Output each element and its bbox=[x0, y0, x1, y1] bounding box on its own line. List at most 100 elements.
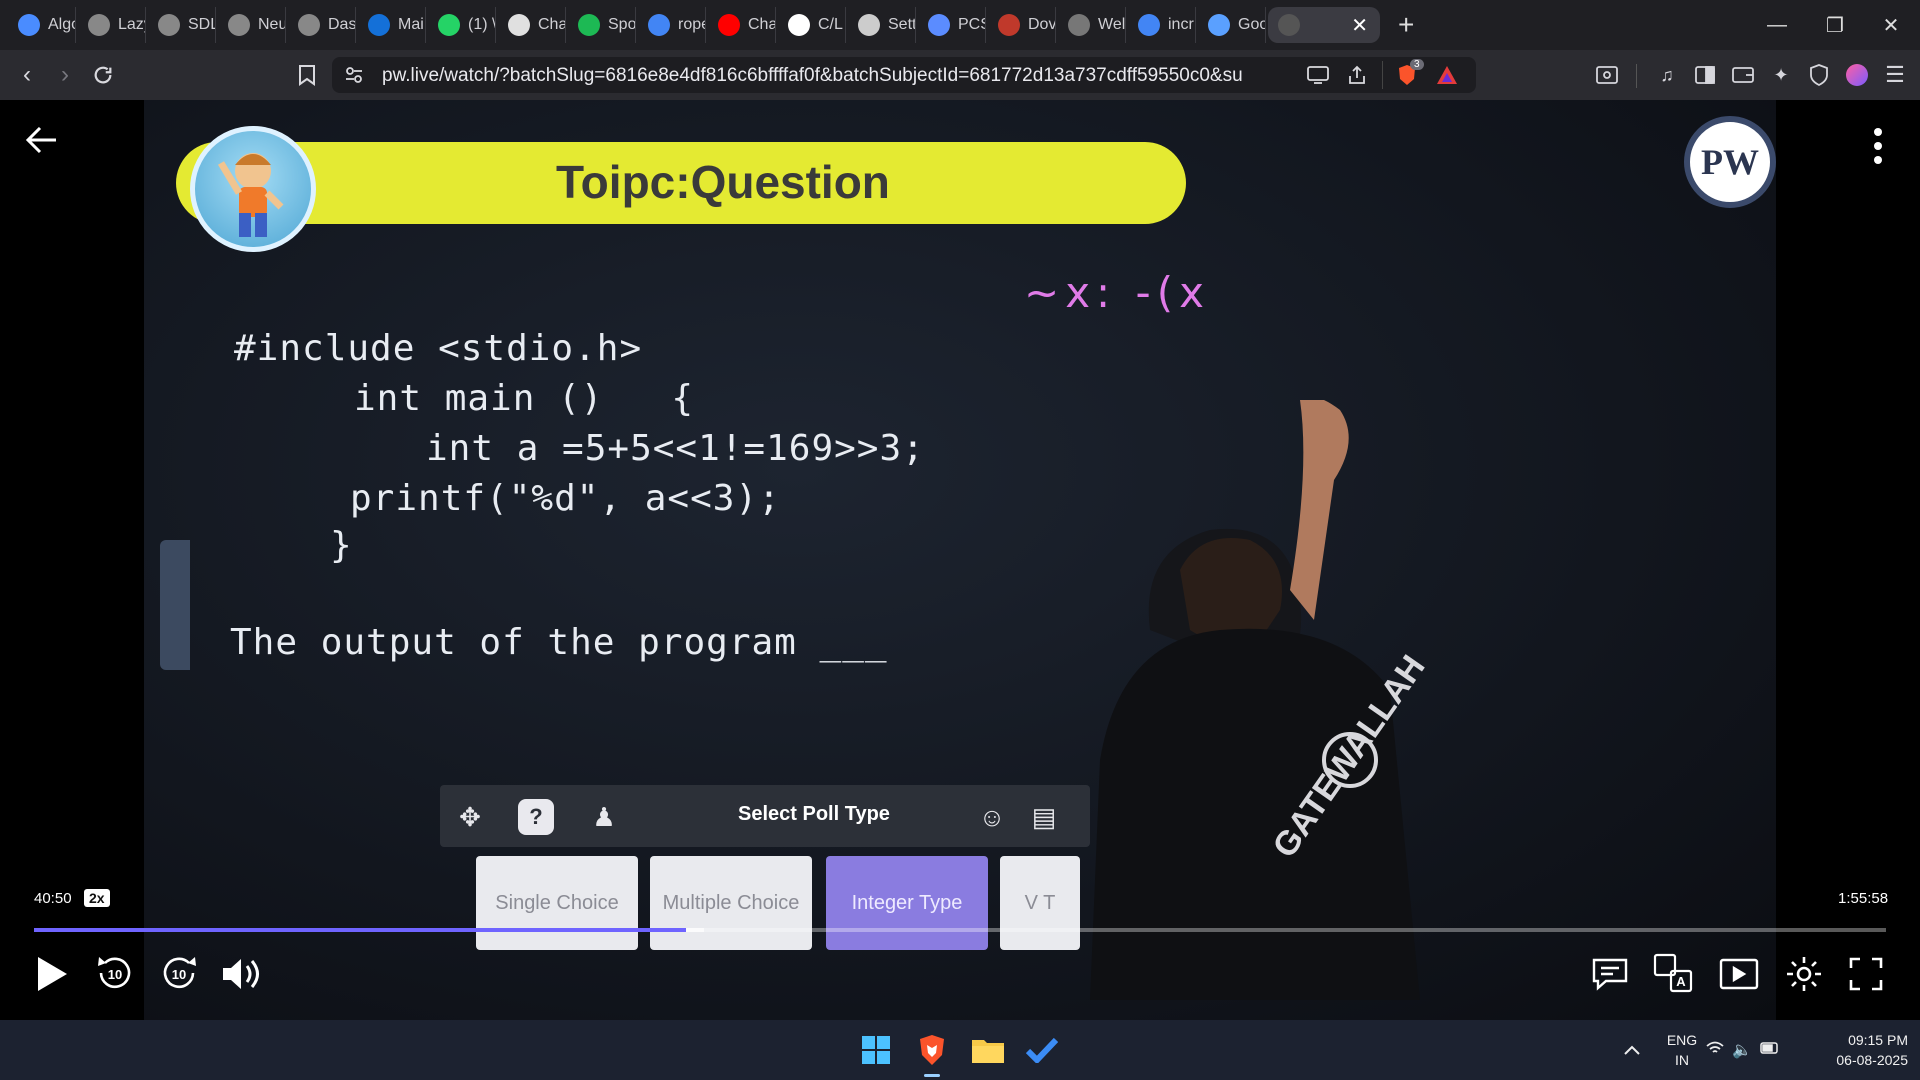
current-time: 40:50 bbox=[34, 890, 72, 907]
browser-tab[interactable]: Algo bbox=[8, 7, 76, 43]
new-tab-button[interactable]: + bbox=[1398, 9, 1428, 41]
browser-tab[interactable]: C/L bbox=[778, 7, 846, 43]
browser-tab-label: Mai bbox=[398, 16, 424, 33]
poll-chat-icon[interactable]: ▤ bbox=[1026, 799, 1062, 835]
close-window-button[interactable]: ✕ bbox=[1862, 0, 1920, 50]
outlook-icon bbox=[368, 14, 390, 36]
rewind-10-button[interactable]: 10 bbox=[94, 952, 136, 994]
language-line-2: IN bbox=[1675, 1052, 1689, 1068]
poll-feedback-icon[interactable]: ☺ bbox=[974, 799, 1010, 835]
browser-tab[interactable]: Mai bbox=[358, 7, 426, 43]
clock-time: 09:15 PM bbox=[1848, 1032, 1908, 1048]
back-button[interactable]: ‹ bbox=[12, 60, 42, 90]
vpn-icon[interactable] bbox=[1806, 62, 1832, 88]
cast-icon[interactable] bbox=[1307, 65, 1329, 90]
browser-tab-label: rope bbox=[678, 16, 705, 33]
url-text[interactable]: pw.live/watch/?batchSlug=6816e8e4df816c6… bbox=[382, 65, 1242, 87]
wallet-icon[interactable] bbox=[1730, 62, 1756, 88]
browser-tab[interactable]: Cha bbox=[708, 7, 776, 43]
address-bar[interactable]: pw.live/watch/?batchSlug=6816e8e4df816c6… bbox=[332, 57, 1476, 93]
shields-badge: 3 bbox=[1410, 59, 1424, 70]
browser-tab[interactable]: Neu bbox=[218, 7, 286, 43]
play-button[interactable] bbox=[30, 952, 74, 996]
google-icon bbox=[1138, 14, 1160, 36]
sidebar-icon[interactable] bbox=[1692, 62, 1718, 88]
mascot-image bbox=[190, 126, 316, 252]
svg-text:A: A bbox=[1676, 974, 1686, 989]
pw-favicon-icon bbox=[1278, 14, 1300, 36]
leaderboard-icon[interactable]: ♟ bbox=[586, 799, 622, 835]
fullscreen-icon[interactable] bbox=[1846, 954, 1886, 994]
browser-tab[interactable]: PCS bbox=[918, 7, 986, 43]
playback-speed-badge[interactable]: 2x bbox=[84, 889, 110, 907]
seek-bar[interactable] bbox=[34, 928, 1886, 932]
forward-10-button[interactable]: 10 bbox=[158, 952, 200, 994]
brave-browser-icon[interactable] bbox=[912, 1030, 952, 1070]
seek-bar-buffer bbox=[685, 928, 705, 932]
reload-button[interactable] bbox=[88, 60, 118, 90]
settings-gear-icon[interactable] bbox=[1782, 952, 1826, 996]
reader-mode-icon[interactable] bbox=[1594, 62, 1620, 88]
share-icon[interactable] bbox=[1346, 64, 1368, 91]
browser-tab[interactable]: Das bbox=[288, 7, 356, 43]
leo-ai-icon[interactable]: ✦ bbox=[1768, 62, 1794, 88]
gemini-icon bbox=[1208, 14, 1230, 36]
poll-option-partial[interactable]: V T bbox=[1000, 856, 1080, 950]
volume-icon[interactable] bbox=[220, 952, 264, 996]
browser-tab[interactable]: Wel bbox=[1058, 7, 1126, 43]
forward-button[interactable]: › bbox=[50, 60, 80, 90]
quick-settings-tray[interactable]: 🔈 bbox=[1706, 1030, 1778, 1070]
more-options-icon[interactable] bbox=[1868, 126, 1888, 166]
code-line-1: #include <stdio.h> bbox=[234, 328, 643, 369]
active-browser-tab[interactable]: ✕ bbox=[1268, 7, 1380, 43]
question-icon[interactable]: ? bbox=[518, 799, 554, 835]
windows-start-icon[interactable] bbox=[856, 1030, 896, 1070]
browser-tab[interactable]: Cha bbox=[498, 7, 566, 43]
browser-tab-label: Dov bbox=[1028, 16, 1056, 33]
browser-tab[interactable]: (1) \ bbox=[428, 7, 496, 43]
browser-tab[interactable]: Spo bbox=[568, 7, 636, 43]
brave-rewards-icon[interactable] bbox=[1436, 65, 1458, 90]
todo-app-icon[interactable] bbox=[1022, 1030, 1062, 1070]
browser-tab[interactable]: rope bbox=[638, 7, 706, 43]
browser-tab[interactable]: Sett bbox=[848, 7, 916, 43]
browser-tab[interactable]: Dov bbox=[988, 7, 1056, 43]
poll-option-multiple-choice[interactable]: Multiple Choice bbox=[650, 856, 812, 950]
move-icon[interactable]: ✥ bbox=[452, 799, 488, 835]
media-icon[interactable]: ♫ bbox=[1654, 62, 1680, 88]
poll-option-integer-type[interactable]: Integer Type bbox=[826, 856, 988, 950]
language-indicator[interactable]: ENG IN bbox=[1662, 1030, 1702, 1070]
question-text: The output of the program ___ bbox=[230, 622, 888, 663]
close-tab-icon[interactable]: ✕ bbox=[1351, 13, 1368, 38]
translate-icon[interactable]: A bbox=[1652, 952, 1694, 994]
handwritten-annotation: ~x: -(x bbox=[1024, 268, 1210, 317]
browser-tab[interactable]: Goo bbox=[1198, 7, 1266, 43]
bookmark-icon[interactable] bbox=[292, 60, 322, 90]
menu-icon[interactable]: ☰ bbox=[1882, 62, 1908, 88]
mini-player-icon[interactable] bbox=[1718, 954, 1760, 994]
poll-option-single-choice[interactable]: Single Choice bbox=[476, 856, 638, 950]
github-icon bbox=[788, 14, 810, 36]
browser-tab[interactable]: SDL bbox=[148, 7, 216, 43]
tray-chevron-up-icon[interactable] bbox=[1612, 1030, 1652, 1070]
site-settings-icon[interactable] bbox=[344, 65, 364, 90]
browser-tab-label: Cha bbox=[748, 16, 776, 33]
back-arrow-icon[interactable] bbox=[24, 122, 60, 158]
rewind-10-label: 10 bbox=[108, 967, 122, 982]
pw-logo: PW bbox=[1684, 116, 1776, 208]
google-icon bbox=[648, 14, 670, 36]
captions-icon[interactable] bbox=[1590, 954, 1630, 994]
browser-tab-label: Neu bbox=[258, 16, 286, 33]
profile-avatar-icon[interactable] bbox=[1844, 62, 1870, 88]
browser-tab-label: Sett bbox=[888, 16, 916, 33]
minimize-button[interactable]: — bbox=[1748, 0, 1806, 50]
system-clock[interactable]: 09:15 PM 06-08-2025 bbox=[1808, 1030, 1908, 1070]
file-explorer-icon[interactable] bbox=[968, 1030, 1008, 1070]
browser-tab-label: Cha bbox=[538, 16, 566, 33]
speaker-icon: 🔈 bbox=[1732, 1042, 1752, 1059]
video-player[interactable]: Toipc:Question #include <stdio.h> int ma… bbox=[0, 100, 1920, 1020]
browser-tab[interactable]: Lazy bbox=[78, 7, 146, 43]
chatgpt-icon bbox=[508, 14, 530, 36]
browser-tab[interactable]: incr bbox=[1128, 7, 1196, 43]
restore-button[interactable]: ❐ bbox=[1806, 0, 1864, 50]
